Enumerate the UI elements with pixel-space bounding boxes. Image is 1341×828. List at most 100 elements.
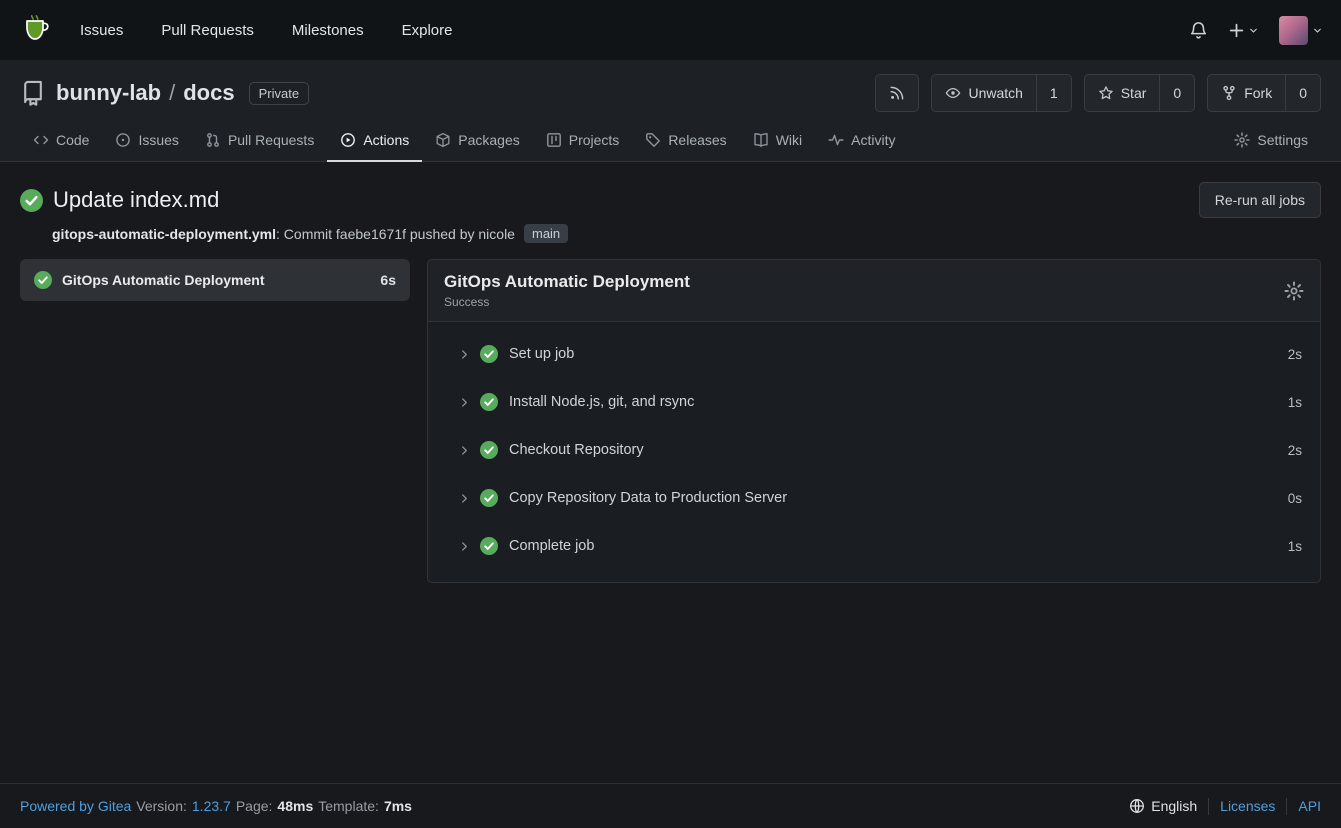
step-success-check-icon [480, 441, 498, 459]
nav-item-issues[interactable]: Issues [80, 22, 123, 39]
page-time-label: Page: [236, 798, 273, 814]
unwatch-button[interactable]: Unwatch [932, 75, 1035, 111]
tag-icon [645, 132, 661, 148]
watch-button-group: Unwatch 1 [931, 74, 1071, 112]
commit-prefix-text: : Commit [276, 226, 332, 242]
repo-tab-bar: Code Issues Pull Requests Actions Packag… [20, 120, 1321, 161]
job-item[interactable]: GitOps Automatic Deployment 6s [20, 259, 410, 301]
job-name: GitOps Automatic Deployment [62, 272, 370, 288]
project-board-icon [546, 132, 562, 148]
top-navbar: Issues Pull Requests Milestones Explore [0, 0, 1341, 60]
step-success-check-icon [480, 393, 498, 411]
job-duration: 6s [380, 272, 396, 288]
chevron-right-icon [458, 444, 471, 457]
language-selector[interactable]: English [1129, 798, 1197, 814]
tab-code[interactable]: Code [20, 120, 102, 162]
plus-icon [1228, 22, 1245, 39]
repo-title: bunny-lab/docs [56, 80, 235, 106]
rerun-all-jobs-button[interactable]: Re-run all jobs [1199, 182, 1321, 218]
fork-button[interactable]: Fork [1208, 75, 1285, 111]
tab-activity[interactable]: Activity [815, 120, 908, 162]
eye-icon [945, 85, 961, 101]
workflow-file-link[interactable]: gitops-automatic-deployment.yml [52, 226, 276, 242]
notifications-button[interactable] [1189, 21, 1208, 40]
step-list: Set up job 2s Install Node.js, git, and … [428, 322, 1320, 582]
package-icon [435, 132, 451, 148]
code-icon [33, 132, 49, 148]
repo-header: bunny-lab/docs Private Unwatch 1 Star 0 … [0, 60, 1341, 162]
globe-icon [1129, 798, 1145, 814]
footer-divider [1286, 798, 1287, 815]
watchers-count[interactable]: 1 [1036, 75, 1071, 111]
fork-label: Fork [1244, 85, 1272, 101]
job-success-check-icon [34, 271, 52, 289]
nav-item-milestones[interactable]: Milestones [292, 22, 364, 39]
gitea-logo[interactable] [18, 13, 52, 47]
repo-name-link[interactable]: docs [183, 80, 234, 106]
repo-action-buttons: Unwatch 1 Star 0 Fork 0 [875, 74, 1321, 112]
forks-count[interactable]: 0 [1285, 75, 1320, 111]
step-duration: 2s [1288, 347, 1302, 362]
page-footer: Powered by Gitea Version: 1.23.7 Page: 4… [0, 783, 1341, 828]
actions-run-view: Update index.md Re-run all jobs gitops-a… [0, 162, 1341, 583]
template-time-label: Template: [318, 798, 379, 814]
chevron-down-icon [1312, 25, 1323, 36]
author-link[interactable]: nicole [478, 226, 515, 242]
powered-by-gitea-link[interactable]: Powered by Gitea [20, 798, 131, 814]
star-label: Star [1121, 85, 1147, 101]
version-link[interactable]: 1.23.7 [192, 798, 231, 814]
tab-actions[interactable]: Actions [327, 120, 422, 162]
star-button[interactable]: Star [1085, 75, 1160, 111]
pull-request-icon [205, 132, 221, 148]
job-detail-header: GitOps Automatic Deployment Success [428, 260, 1320, 322]
tab-pull-requests[interactable]: Pull Requests [192, 120, 327, 162]
pushed-by-text: pushed by [410, 226, 475, 242]
rss-button-group [875, 74, 919, 112]
step-duration: 1s [1288, 539, 1302, 554]
licenses-link[interactable]: Licenses [1220, 798, 1275, 814]
chevron-right-icon [458, 396, 471, 409]
step-row[interactable]: Copy Repository Data to Production Serve… [428, 474, 1320, 522]
job-options-button[interactable] [1284, 281, 1304, 301]
branch-badge[interactable]: main [524, 224, 568, 243]
stars-count[interactable]: 0 [1159, 75, 1194, 111]
api-link[interactable]: API [1298, 798, 1321, 814]
nav-item-pull-requests[interactable]: Pull Requests [161, 22, 254, 39]
page-time-value: 48ms [277, 798, 313, 814]
rss-feed-button[interactable] [876, 75, 918, 111]
create-new-button[interactable] [1228, 22, 1259, 39]
step-success-check-icon [480, 345, 498, 363]
step-row[interactable]: Install Node.js, git, and rsync 1s [428, 378, 1320, 426]
tab-wiki[interactable]: Wiki [740, 120, 815, 162]
settings-gear-icon [1234, 132, 1250, 148]
user-menu-button[interactable] [1279, 16, 1323, 45]
job-detail-title: GitOps Automatic Deployment [444, 272, 690, 292]
step-duration: 2s [1288, 443, 1302, 458]
run-title: Update index.md [53, 187, 1189, 213]
tab-releases[interactable]: Releases [632, 120, 739, 162]
tab-issues[interactable]: Issues [102, 120, 191, 162]
repo-owner-link[interactable]: bunny-lab [56, 80, 161, 106]
job-status: Success [444, 295, 690, 309]
footer-links: English Licenses API [1129, 798, 1321, 815]
tab-packages[interactable]: Packages [422, 120, 532, 162]
version-label: Version: [136, 798, 187, 814]
tab-projects[interactable]: Projects [533, 120, 633, 162]
step-success-check-icon [480, 489, 498, 507]
issue-icon [115, 132, 131, 148]
commit-sha-link[interactable]: faebe1671f [336, 226, 406, 242]
fork-button-group: Fork 0 [1207, 74, 1321, 112]
visibility-badge: Private [249, 82, 309, 105]
step-duration: 0s [1288, 491, 1302, 506]
repo-title-row: bunny-lab/docs Private Unwatch 1 Star 0 … [20, 74, 1321, 112]
nav-item-explore[interactable]: Explore [402, 22, 453, 39]
step-name: Checkout Repository [509, 442, 644, 458]
tab-settings[interactable]: Settings [1221, 120, 1321, 162]
step-name: Set up job [509, 346, 574, 362]
step-row[interactable]: Checkout Repository 2s [428, 426, 1320, 474]
fork-icon [1221, 85, 1237, 101]
navbar-right-controls [1189, 16, 1323, 45]
play-circle-icon [340, 132, 356, 148]
step-row[interactable]: Complete job 1s [428, 522, 1320, 570]
step-row[interactable]: Set up job 2s [428, 330, 1320, 378]
